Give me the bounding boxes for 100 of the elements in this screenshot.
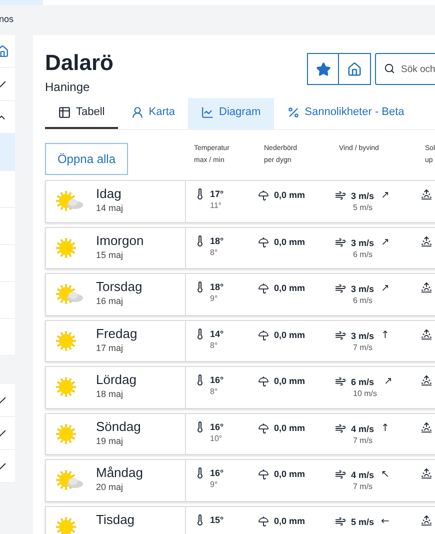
umbrella-icon bbox=[258, 236, 269, 248]
wind-direction-arrow: ↑ bbox=[381, 330, 390, 342]
day-name: Imorgon bbox=[96, 232, 144, 248]
wind-direction-arrow: ↗ bbox=[381, 236, 390, 250]
forecast-row[interactable]: Torsdag 16 maj 18° 9° 0,0 mm 3 m/s 6 m/s ↗ bbox=[45, 273, 435, 316]
min-temp: 11° bbox=[210, 200, 223, 212]
gust-speed: 10 m/s bbox=[353, 388, 378, 400]
min-temp: 8° bbox=[210, 340, 219, 352]
umbrella-icon bbox=[258, 376, 269, 388]
day-date: 20 maj bbox=[96, 481, 124, 494]
wind-direction-arrow: ↗ bbox=[381, 283, 390, 296]
min-temp: 9° bbox=[210, 293, 219, 305]
day-name: Torsdag bbox=[96, 278, 142, 295]
wind-direction-arrow: ↗ bbox=[381, 190, 390, 203]
search-field[interactable]: Sök och bbox=[375, 53, 435, 85]
sun-icon bbox=[54, 375, 78, 400]
day-date: 17 maj bbox=[96, 342, 124, 355]
sun-cloud-icon bbox=[54, 189, 84, 214]
sunrise-icon bbox=[421, 514, 432, 526]
umbrella-icon bbox=[258, 469, 269, 480]
home-button[interactable] bbox=[339, 53, 371, 85]
gust-speed: 7 m/s bbox=[353, 481, 373, 493]
sunrise-icon bbox=[421, 328, 432, 340]
forecast-row[interactable]: Imorgon 15 maj 18° 8° 0,0 mm 3 m/s 6 m/s ↗ bbox=[45, 226, 435, 269]
wind-speed: 3 m/s bbox=[351, 190, 374, 202]
place-title: Dalarö bbox=[45, 49, 114, 77]
sun-cloud-icon bbox=[54, 468, 84, 492]
precipitation: 0,0 mm bbox=[274, 282, 306, 295]
gust-speed: 5 m/s bbox=[353, 202, 373, 214]
day-date: 18 maj bbox=[96, 388, 124, 401]
wind-icon bbox=[335, 236, 346, 248]
tab[interactable]: Sannolikheter - Beta bbox=[274, 98, 418, 129]
sun-icon bbox=[54, 236, 78, 260]
day-name: Fredag bbox=[96, 324, 138, 342]
percent-icon bbox=[286, 106, 300, 119]
umbrella-icon bbox=[258, 516, 269, 527]
wind-direction-arrow: ← bbox=[381, 516, 390, 528]
umbrella-icon bbox=[258, 283, 269, 294]
precipitation: 0,0 mm bbox=[274, 514, 306, 528]
sun-cloud-icon bbox=[54, 282, 84, 306]
precipitation: 0,0 mm bbox=[274, 422, 306, 434]
sunrise-icon bbox=[421, 375, 432, 386]
tab[interactable]: Tabell bbox=[45, 98, 118, 129]
wind-speed: 4 m/s bbox=[351, 422, 374, 434]
wind-icon bbox=[335, 190, 346, 201]
precipitation: 0,0 mm bbox=[274, 328, 306, 342]
gust-speed: 7 m/s bbox=[353, 342, 373, 354]
wind-direction-arrow: ↖ bbox=[381, 469, 390, 482]
umbrella-icon bbox=[258, 422, 269, 434]
star-icon bbox=[316, 62, 330, 76]
gust-speed: 7 m/s bbox=[353, 434, 373, 446]
sunrise-icon bbox=[421, 422, 432, 432]
sidebar-item[interactable] bbox=[0, 35, 15, 68]
sunrise-icon bbox=[421, 282, 432, 293]
wind-icon bbox=[335, 516, 346, 526]
min-temp: 8° bbox=[210, 386, 219, 398]
wind-icon bbox=[335, 376, 346, 387]
wind-speed: 6 m/s bbox=[351, 376, 374, 388]
wind-speed: 4 m/s bbox=[351, 469, 374, 481]
sunrise-icon bbox=[421, 189, 432, 200]
forecast-row[interactable]: Fredag 17 maj 14° 8° 0,0 mm 3 m/s 7 m/s ↑ bbox=[45, 320, 435, 362]
day-name: Idag bbox=[96, 185, 122, 202]
day-name: Söndag bbox=[96, 418, 141, 434]
sunrise-icon bbox=[421, 468, 432, 479]
umbrella-icon bbox=[258, 190, 269, 202]
wind-direction-arrow: ↗ bbox=[384, 376, 392, 389]
max-temp: 18° bbox=[210, 234, 224, 246]
forecast-row[interactable]: Tisdag 15° 0,0 mm 5 m/s ← bbox=[45, 506, 435, 534]
person-icon bbox=[130, 106, 144, 119]
wind-direction-arrow: ↑ bbox=[381, 422, 390, 436]
home-icon bbox=[347, 62, 362, 76]
line-chart-icon bbox=[201, 106, 214, 119]
max-temp: 16° bbox=[210, 467, 224, 479]
sun-icon bbox=[54, 328, 78, 353]
day-name: Måndag bbox=[96, 464, 143, 481]
day-name: Lördag bbox=[96, 371, 136, 388]
forecast-row[interactable]: Måndag 20 maj 16° 9° 0,0 mm 4 m/s 7 m/s ↖ bbox=[45, 459, 435, 502]
wind-icon bbox=[335, 469, 346, 480]
table-icon bbox=[58, 106, 71, 119]
sun-icon bbox=[54, 422, 78, 446]
precipitation: 0,0 mm bbox=[274, 189, 306, 202]
umbrella-icon bbox=[258, 330, 269, 341]
max-temp: 16° bbox=[210, 420, 224, 432]
forecast-row[interactable]: Idag 14 maj 17° 11° 0,0 mm 3 m/s 5 m/s ↗ bbox=[45, 180, 435, 222]
max-temp: 18° bbox=[210, 281, 224, 293]
min-temp: 10° bbox=[210, 432, 224, 444]
wind-icon bbox=[335, 283, 346, 294]
min-temp: 9° bbox=[210, 479, 219, 491]
open-all-button[interactable]: Öppna alla bbox=[45, 143, 128, 175]
forecast-row[interactable]: Söndag 19 maj 16° 10° 0,0 mm 4 m/s 7 m/s ↑ bbox=[45, 412, 435, 455]
search-icon bbox=[384, 63, 395, 74]
tab[interactable]: Karta bbox=[118, 98, 188, 129]
wind-speed: 3 m/s bbox=[351, 330, 374, 342]
favorite-button[interactable] bbox=[307, 53, 339, 85]
wind-icon bbox=[335, 330, 346, 340]
precipitation: 0,0 mm bbox=[274, 468, 306, 481]
forecast-row[interactable]: Lördag 18 maj 16° 8° 0,0 mm 6 m/s 10 m/s ↗ bbox=[45, 366, 435, 408]
tab[interactable]: Diagram bbox=[188, 98, 274, 129]
wind-speed: 3 m/s bbox=[351, 283, 374, 295]
day-date: 19 maj bbox=[96, 434, 124, 448]
